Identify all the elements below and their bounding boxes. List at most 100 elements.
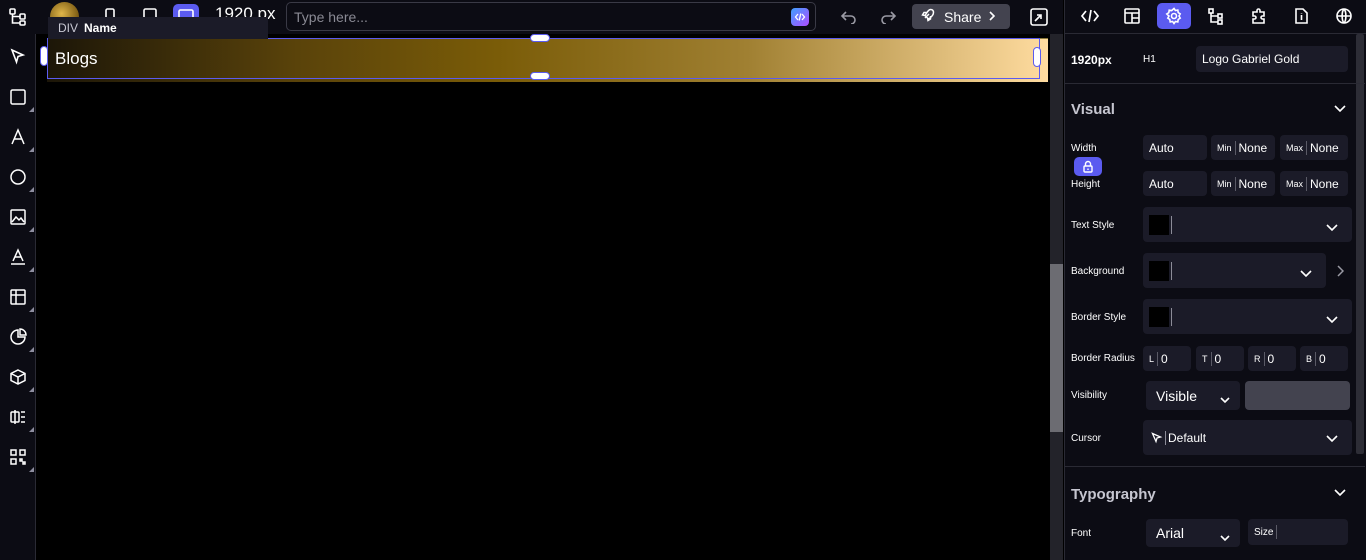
code-tab-icon[interactable]	[1073, 3, 1107, 29]
max-label: Max	[1286, 142, 1304, 153]
circle-icon[interactable]	[7, 166, 34, 192]
panel-scrollbar[interactable]	[1356, 34, 1364, 454]
radius-value: 0	[1214, 351, 1222, 366]
breakpoint-label: 1920px	[1071, 53, 1112, 67]
cursor-select[interactable]: Default	[1143, 420, 1352, 455]
min-width-input[interactable]: Min None	[1211, 135, 1275, 160]
globe-tab-icon[interactable]	[1327, 3, 1361, 29]
background-select[interactable]	[1143, 253, 1326, 288]
lock-icon[interactable]	[1074, 157, 1102, 176]
size-label: Size	[1254, 526, 1274, 538]
chevron-down-icon[interactable]	[1333, 486, 1347, 500]
min-width-value: None	[1238, 140, 1268, 155]
chevron-right-icon	[987, 9, 997, 25]
tree-tab-icon[interactable]	[1199, 3, 1233, 29]
select-icon[interactable]	[7, 46, 29, 68]
cube-icon[interactable]	[7, 366, 34, 392]
blogs-heading[interactable]: Blogs	[55, 49, 98, 69]
background-label: Background	[1071, 266, 1125, 277]
canvas-scrollbar-thumb[interactable]	[1050, 264, 1063, 432]
settings-tab-icon[interactable]	[1157, 3, 1191, 29]
radius-left-input[interactable]: L 0	[1143, 346, 1191, 371]
layout-tab-icon[interactable]	[1115, 3, 1149, 29]
border-style-select[interactable]	[1143, 299, 1352, 334]
background-swatch	[1149, 260, 1169, 281]
share-label: Share	[944, 8, 982, 25]
design-canvas[interactable]: Blogs	[36, 34, 1050, 560]
height-value: Auto	[1149, 176, 1174, 191]
element-tag-label: H1	[1143, 54, 1156, 65]
rocket-icon	[920, 7, 936, 26]
visibility-label: Visibility	[1071, 390, 1107, 401]
visibility-value: Visible	[1156, 387, 1197, 404]
chevron-down-icon	[1220, 529, 1230, 545]
height-input[interactable]: Auto	[1143, 171, 1207, 196]
table-icon[interactable]	[7, 286, 34, 312]
expand-icon[interactable]	[1028, 6, 1050, 28]
search-box	[286, 2, 816, 31]
chevron-down-icon[interactable]	[1333, 102, 1347, 116]
element-name-value: Logo Gabriel Gold	[1202, 52, 1300, 66]
visibility-toggle-area[interactable]	[1245, 381, 1350, 410]
max-height-input[interactable]: Max None	[1280, 171, 1348, 196]
max-height-value: None	[1310, 176, 1339, 191]
redo-icon[interactable]	[877, 6, 899, 28]
text-style-label: Text Style	[1071, 220, 1115, 231]
resize-handle-top[interactable]	[530, 34, 550, 42]
width-value: Auto	[1149, 140, 1174, 155]
font-label: Font	[1071, 528, 1092, 539]
element-tag: DIV	[58, 21, 79, 35]
size-input[interactable]: Size	[1248, 519, 1348, 545]
image-icon[interactable]	[7, 206, 34, 232]
border-radius-label: Border Radius	[1071, 353, 1135, 364]
radius-side-label: B	[1306, 353, 1313, 364]
text-style-swatch	[1149, 214, 1169, 235]
qr-icon[interactable]	[7, 446, 34, 472]
chevron-down-icon	[1326, 219, 1338, 237]
cursor-label: Cursor	[1071, 433, 1102, 444]
left-toolbar	[0, 34, 36, 560]
radius-side-label: L	[1149, 353, 1155, 364]
document-tab-icon[interactable]	[1284, 3, 1318, 29]
element-name: Name	[84, 21, 117, 35]
chevron-down-icon	[1220, 391, 1230, 407]
square-icon[interactable]	[7, 86, 34, 112]
tree-icon[interactable]	[7, 6, 29, 28]
share-button[interactable]: Share	[912, 4, 1010, 29]
chevron-right-icon[interactable]	[1333, 264, 1347, 278]
radius-top-input[interactable]: T 0	[1196, 346, 1244, 371]
code-ai-icon[interactable]	[791, 8, 809, 26]
max-width-input[interactable]: Max None	[1280, 135, 1348, 160]
radius-value: 0	[1319, 351, 1326, 366]
visibility-select[interactable]: Visible	[1146, 381, 1240, 410]
text-input-icon[interactable]	[7, 246, 34, 272]
chart-icon[interactable]	[7, 326, 34, 352]
panel-tabs	[1065, 0, 1366, 34]
element-name-field[interactable]: Logo Gabriel Gold	[1196, 46, 1348, 72]
height-label: Height	[1071, 179, 1100, 190]
width-input[interactable]: Auto	[1143, 135, 1207, 160]
max-label: Max	[1286, 178, 1304, 189]
undo-icon[interactable]	[838, 6, 860, 28]
search-input[interactable]	[294, 8, 774, 26]
min-height-input[interactable]: Min None	[1211, 171, 1275, 196]
width-label: Width	[1071, 143, 1097, 154]
radius-bottom-input[interactable]: B 0	[1300, 346, 1348, 371]
chevron-down-icon	[1300, 265, 1312, 283]
cursor-value: Default	[1168, 430, 1207, 445]
chevron-down-icon	[1326, 311, 1338, 329]
text-style-select[interactable]	[1143, 207, 1352, 242]
resize-handle-left[interactable]	[40, 46, 48, 66]
typography-section-title: Typography	[1071, 486, 1156, 503]
font-value: Arial	[1156, 525, 1185, 541]
font-select[interactable]: Arial	[1146, 519, 1240, 547]
resize-handle-right[interactable]	[1033, 47, 1041, 67]
text-icon[interactable]	[7, 126, 34, 152]
radius-right-input[interactable]: R 0	[1248, 346, 1296, 371]
radius-value: 0	[1267, 351, 1275, 366]
resize-handle-bottom[interactable]	[530, 72, 550, 80]
chevron-down-icon	[1326, 432, 1338, 446]
plugin-tab-icon[interactable]	[1242, 3, 1276, 29]
divider	[1065, 83, 1365, 84]
form-icon[interactable]	[7, 406, 34, 432]
